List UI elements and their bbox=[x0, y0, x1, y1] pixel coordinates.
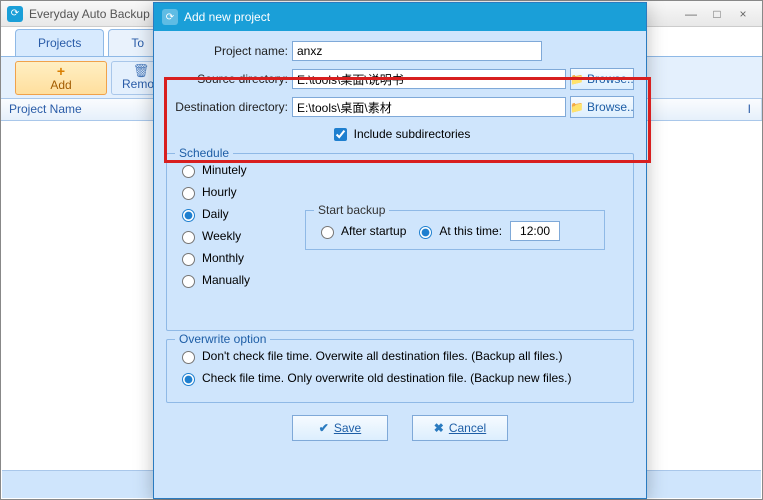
dialog-icon: ⟳ bbox=[162, 9, 178, 25]
source-dir-input[interactable] bbox=[292, 69, 566, 89]
save-button[interactable]: ✔Save bbox=[292, 415, 388, 441]
radio-minutely[interactable]: Minutely bbox=[177, 162, 623, 178]
col-i[interactable]: I bbox=[646, 99, 762, 120]
radio-overwrite-all[interactable]: Don't check file time. Overwite all dest… bbox=[177, 348, 623, 364]
minimize-button[interactable]: — bbox=[678, 7, 704, 21]
project-name-input[interactable] bbox=[292, 41, 542, 61]
trash-icon: 🗑 bbox=[133, 64, 150, 77]
time-input[interactable] bbox=[510, 221, 560, 241]
add-label: Add bbox=[50, 78, 71, 92]
radio-monthly[interactable]: Monthly bbox=[177, 250, 623, 266]
overwrite-group: Overwrite option Don't check file time. … bbox=[166, 339, 634, 403]
radio-hourly[interactable]: Hourly bbox=[177, 184, 623, 200]
overwrite-legend: Overwrite option bbox=[175, 332, 270, 346]
plus-icon: + bbox=[57, 64, 65, 78]
app-title: Everyday Auto Backup bbox=[29, 7, 150, 21]
start-backup-legend: Start backup bbox=[314, 203, 389, 217]
include-subdirs-label: Include subdirectories bbox=[354, 127, 471, 141]
dialog-titlebar: ⟳ Add new project bbox=[154, 3, 646, 31]
close-button[interactable]: × bbox=[730, 7, 756, 21]
start-backup-group: Start backup After startup At this time: bbox=[305, 210, 605, 250]
dest-dir-label: Destination directory: bbox=[166, 100, 288, 114]
radio-overwrite-new[interactable]: Check file time. Only overwrite old dest… bbox=[177, 370, 623, 386]
close-icon: ✖ bbox=[434, 421, 444, 435]
source-dir-label: Source directory: bbox=[166, 72, 288, 86]
project-name-label: Project name: bbox=[166, 44, 288, 58]
schedule-legend: Schedule bbox=[175, 146, 233, 160]
folder-icon: 📁 bbox=[570, 73, 584, 86]
app-icon: ⟳ bbox=[7, 6, 23, 22]
dest-dir-input[interactable] bbox=[292, 97, 566, 117]
add-button[interactable]: + Add bbox=[15, 61, 107, 95]
maximize-button[interactable]: □ bbox=[704, 7, 730, 21]
radio-manually[interactable]: Manually bbox=[177, 272, 623, 288]
include-subdirs-checkbox[interactable] bbox=[334, 128, 347, 141]
browse-dest-button[interactable]: 📁Browse.. bbox=[570, 96, 634, 118]
tab-projects[interactable]: Projects bbox=[15, 29, 104, 56]
add-project-dialog: ⟳ Add new project Project name: Source d… bbox=[153, 2, 647, 499]
cancel-button[interactable]: ✖Cancel bbox=[412, 415, 508, 441]
dialog-title: Add new project bbox=[184, 10, 270, 24]
folder-icon: 📁 bbox=[570, 101, 584, 114]
radio-at-this-time[interactable]: At this time: bbox=[414, 223, 502, 239]
browse-source-button[interactable]: 📁Browse.. bbox=[570, 68, 634, 90]
schedule-group: Schedule Minutely Hourly Daily Weekly Mo… bbox=[166, 153, 634, 331]
check-icon: ✔ bbox=[319, 421, 329, 435]
radio-after-startup[interactable]: After startup bbox=[316, 223, 406, 239]
